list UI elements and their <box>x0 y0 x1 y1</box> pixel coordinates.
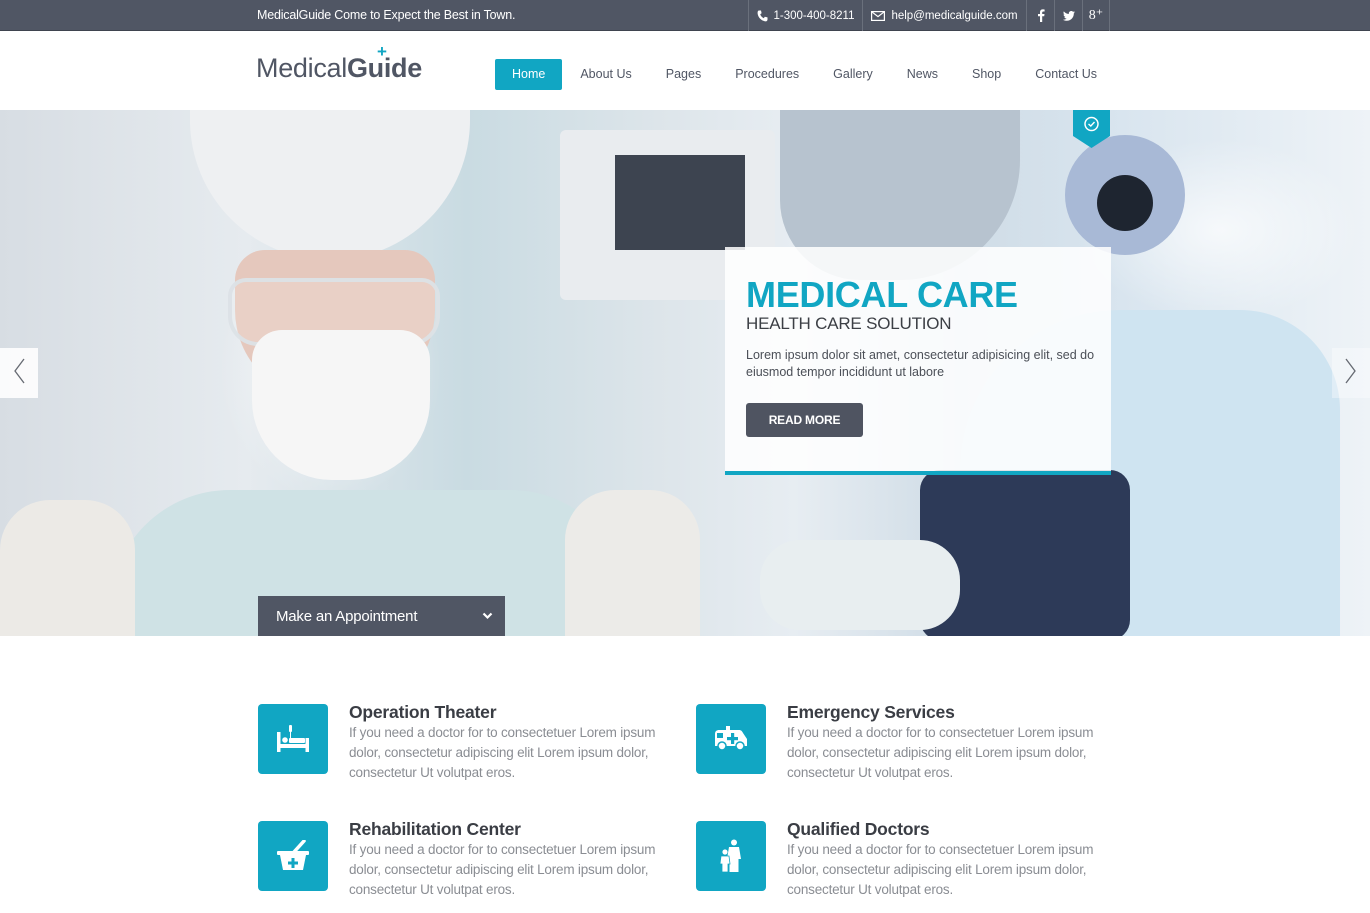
hero-background-image <box>0 110 1370 636</box>
nav-news[interactable]: News <box>890 59 955 90</box>
chevron-right-icon <box>1345 358 1357 389</box>
phone-icon <box>757 10 768 22</box>
email-contact[interactable]: help@medicalguide.com <box>862 0 1026 31</box>
nav-about-us[interactable]: About Us <box>563 59 648 90</box>
hero-slider: MEDICAL CARE HEALTH CARE SOLUTION Lorem … <box>0 110 1370 636</box>
surgeon-hand-shape <box>760 540 960 630</box>
service-description: If you need a doctor for to consectetuer… <box>349 725 656 780</box>
nav-procedures[interactable]: Procedures <box>718 59 816 90</box>
nav-pages[interactable]: Pages <box>649 59 718 90</box>
top-bar: MedicalGuide Come to Expect the Best in … <box>0 0 1370 31</box>
logo-plus-icon: + <box>376 42 387 61</box>
service-description: If you need a doctor for to consectetuer… <box>349 842 656 897</box>
medical-basket-icon <box>258 821 328 891</box>
service-title: Rehabilitation Center <box>349 819 521 839</box>
twitter-link[interactable] <box>1054 0 1082 31</box>
appointment-label: Make an Appointment <box>276 607 418 625</box>
google-plus-link[interactable]: 8⁺ <box>1082 0 1110 31</box>
nurse-cap-shape <box>190 110 470 260</box>
slider-prev-button[interactable] <box>0 348 38 398</box>
phone-number: 1-300-400-8211 <box>773 9 855 22</box>
make-appointment-dropdown[interactable]: Make an Appointment <box>258 596 505 636</box>
doctors-icon <box>696 821 766 891</box>
email-address: help@medicalguide.com <box>891 9 1018 22</box>
main-nav: Home About Us Pages Procedures Gallery N… <box>495 59 1114 90</box>
nav-gallery[interactable]: Gallery <box>816 59 890 90</box>
service-operation-theater: Operation Theater If you need a doctor f… <box>258 702 668 780</box>
service-title: Operation Theater <box>349 702 497 722</box>
service-title: Emergency Services <box>787 702 955 722</box>
logo-bold: Guide + <box>347 43 422 83</box>
ambulance-icon <box>696 704 766 774</box>
facebook-icon <box>1037 9 1045 22</box>
hospital-bed-icon <box>258 704 328 774</box>
nav-home[interactable]: Home <box>495 59 563 90</box>
slider-next-button[interactable] <box>1332 348 1370 398</box>
hero-caption: MEDICAL CARE HEALTH CARE SOLUTION Lorem … <box>725 247 1111 475</box>
service-qualified-doctors: Qualified Doctors If you need a doctor f… <box>696 819 1106 897</box>
envelope-icon <box>871 10 886 21</box>
surgical-lamp-shape <box>1065 135 1185 255</box>
site-header: MedicalGuide + Home About Us Pages Proced… <box>0 31 1370 110</box>
google-plus-icon: 8⁺ <box>1088 8 1104 23</box>
hero-description: Lorem ipsum dolor sit amet, consectetur … <box>746 348 1095 379</box>
service-emergency-services: Emergency Services If you need a doctor … <box>696 702 1106 780</box>
clock-pin[interactable] <box>1073 110 1110 148</box>
hero-title: MEDICAL CARE <box>746 274 1018 315</box>
logo[interactable]: MedicalGuide + <box>256 43 422 84</box>
nurse-mask-shape <box>252 330 430 480</box>
service-description: If you need a doctor for to consectetuer… <box>787 842 1094 897</box>
twitter-icon <box>1062 10 1075 21</box>
facebook-link[interactable] <box>1026 0 1054 31</box>
chevron-left-icon <box>13 358 25 389</box>
nav-contact-us[interactable]: Contact Us <box>1018 59 1114 90</box>
tagline: MedicalGuide Come to Expect the Best in … <box>257 8 516 22</box>
nav-shop[interactable]: Shop <box>955 59 1018 90</box>
phone-contact[interactable]: 1-300-400-8211 <box>748 0 862 31</box>
logo-light: Medical <box>256 53 347 83</box>
chevron-down-icon <box>482 607 493 625</box>
right-glove-shape <box>565 490 700 636</box>
top-contacts: 1-300-400-8211 help@medicalguide.com 8⁺ <box>748 0 1110 31</box>
service-description: If you need a doctor for to consectetuer… <box>787 725 1094 780</box>
service-rehabilitation-center: Rehabilitation Center If you need a doct… <box>258 819 668 897</box>
read-more-button[interactable]: READ MORE <box>746 403 863 437</box>
hero-subtitle: HEALTH CARE SOLUTION <box>746 314 952 333</box>
left-glove-shape <box>0 500 135 636</box>
service-title: Qualified Doctors <box>787 819 930 839</box>
